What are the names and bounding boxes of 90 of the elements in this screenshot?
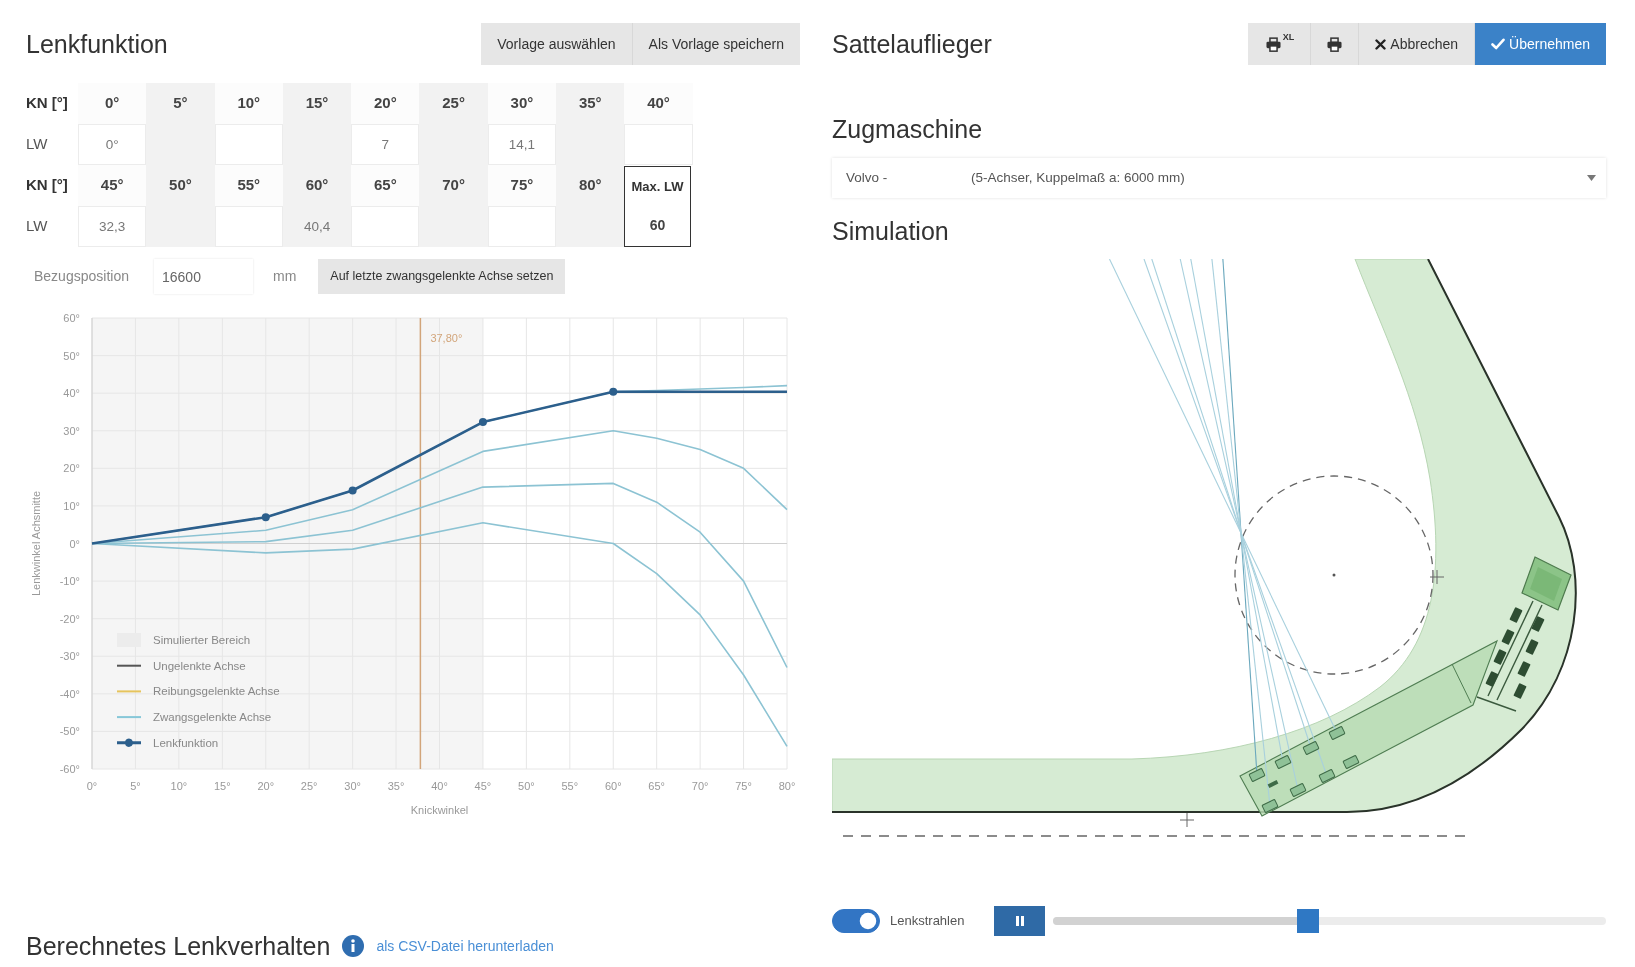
close-icon (1375, 38, 1387, 50)
legend-label: Simulierter Bereich (153, 634, 251, 646)
axis-tick-label: 15° (214, 780, 231, 792)
row-header: LW (26, 134, 49, 155)
column-header: 25° (419, 83, 488, 124)
max-lw-label: Max. LW (631, 177, 684, 196)
data-point-marker (261, 513, 270, 522)
legend-label: Reibungsgelenkte Achse (153, 685, 280, 698)
data-point-marker (478, 418, 487, 427)
axis-tick-label: 35° (387, 780, 405, 792)
caret-icon (1587, 175, 1596, 181)
axis-tick-label: -50° (59, 725, 80, 738)
row-header: LW (26, 216, 49, 237)
axis-tick-label: 65° (648, 780, 665, 792)
column-header: 5° (146, 83, 215, 124)
axis-tick-label: 60° (63, 312, 80, 324)
axis-tick-label: 10° (170, 780, 188, 792)
section-title: Lenkfunktion (26, 29, 168, 59)
axis-title: Knickwinkel (410, 804, 469, 816)
printer-icon (1327, 36, 1343, 52)
data-point-marker (348, 486, 357, 495)
unit-label: mm (273, 267, 297, 286)
data-point-marker (609, 387, 618, 396)
check-icon (1491, 38, 1506, 50)
legend-label: Ungelenkte Achse (153, 659, 246, 672)
column-header: 80° (556, 165, 625, 206)
select-template-button[interactable]: Vorlage auswählen (481, 23, 632, 65)
axis-tick-label: -10° (59, 575, 80, 588)
column-header: 50° (146, 165, 215, 206)
axis-tick-label: 75° (735, 780, 752, 792)
axis-tick-label: 60° (604, 780, 622, 792)
section-title: Berechnetes Lenkverhalten (26, 931, 331, 961)
print-button[interactable] (1310, 23, 1359, 65)
axis-tick-label: 45° (474, 780, 492, 792)
axis-tick-label: -30° (59, 650, 80, 663)
save-template-button[interactable]: Als Vorlage speichern (631, 23, 800, 65)
legend-label: Lenkfunktion (153, 736, 219, 749)
tractor-select[interactable]: Volvo - (5-Achser, Kuppelmaß a: 6000 mm) (832, 158, 1606, 198)
axis-title: Lenkwinkel Achsmitte (30, 490, 42, 597)
row-header: KN [°] (26, 93, 69, 114)
printer-icon (1265, 36, 1281, 52)
axis-tick-label: 5° (130, 780, 141, 792)
lw-input-field[interactable] (624, 124, 693, 165)
csv-download-link[interactable]: als CSV-Datei herunterladen (376, 935, 554, 957)
reference-line-label: 37,80° (430, 332, 463, 344)
column-header: 60° (282, 165, 352, 206)
axis-tick-label: 70° (691, 780, 709, 792)
toggle-label: Lenkstrahlen (890, 912, 965, 931)
lw-input-field[interactable]: 0° (78, 124, 147, 165)
axis-tick-label: 40° (431, 780, 448, 792)
axis-tick-label: 50° (63, 349, 80, 362)
set-axle-button[interactable]: Auf letzte zwangsgelenkte Achse setzen (318, 259, 566, 294)
axis-tick-label: 50° (518, 780, 535, 792)
column-header: 70° (419, 165, 488, 206)
axis-tick-label: 20° (257, 780, 275, 792)
section-title: Sattelauflieger (832, 29, 992, 59)
column-header: 15° (282, 83, 352, 124)
legend-label: Zwangsgelenkte Achse (153, 711, 272, 724)
cancel-button[interactable]: Abbrechen (1358, 23, 1475, 65)
axis-tick-label: 55° (561, 780, 579, 792)
axis-tick-label: 0° (86, 780, 98, 792)
lw-input-field[interactable] (556, 206, 625, 247)
axis-tick-label: 0° (69, 537, 80, 550)
axis-tick-label: 25° (300, 780, 318, 792)
pause-button[interactable] (994, 906, 1046, 936)
row-header: KN [°] (26, 175, 69, 196)
lw-input-field[interactable]: 40,4 (282, 206, 352, 247)
axis-tick-label: 20° (63, 462, 80, 475)
column-header: 35° (556, 83, 625, 124)
axis-tick-label: 40° (63, 387, 80, 400)
axis-tick-label: 80° (778, 780, 796, 792)
axis-tick-label: -60° (59, 763, 80, 775)
info-icon (342, 935, 365, 957)
section-title: Simulation (832, 216, 950, 246)
position-input-field[interactable]: 16600 (154, 259, 253, 294)
axis-tick-label: -20° (59, 612, 80, 625)
section-title: Zugmaschine (832, 114, 984, 144)
position-label: Bezugsposition (33, 267, 130, 286)
lw-input-field[interactable]: 32,3 (78, 206, 147, 247)
axis-tick-label: 30° (63, 424, 80, 437)
lw-input-field[interactable]: 14,1 (487, 124, 557, 165)
slider-handle[interactable] (1296, 909, 1319, 933)
max-lw-value: 60 (649, 216, 666, 236)
steering-rays-toggle[interactable] (832, 909, 880, 933)
axis-tick-label: 30° (344, 780, 361, 792)
axis-tick-label: 10° (63, 499, 80, 512)
axis-tick-label: -40° (59, 687, 80, 700)
print-xl-button[interactable]: XL (1247, 23, 1311, 65)
apply-button[interactable]: Übernehmen (1474, 23, 1606, 65)
lw-input-field[interactable]: 7 (351, 124, 420, 165)
